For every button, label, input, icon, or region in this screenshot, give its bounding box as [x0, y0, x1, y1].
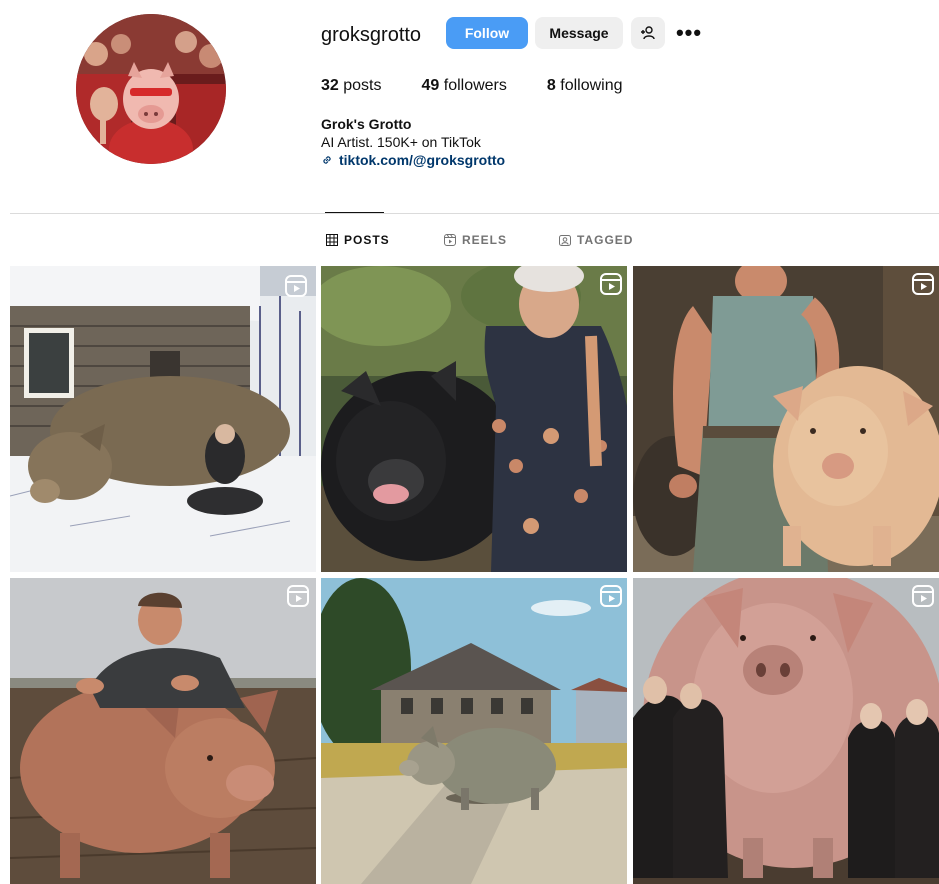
tab-reels[interactable]: REELS — [444, 233, 507, 247]
more-options-icon[interactable]: ••• — [676, 20, 702, 45]
profile-username: groksgrotto — [321, 24, 422, 46]
following-count: 8 — [546, 77, 556, 94]
bio-text: AI Artist. 150K+ on TikTok — [321, 134, 481, 150]
avatar-image — [76, 14, 226, 164]
post-image — [633, 266, 939, 572]
tab-tagged[interactable]: TAGGED — [559, 233, 633, 247]
posts-label: posts — [343, 77, 382, 94]
reels-icon — [444, 234, 456, 246]
profile-tabs: POSTS REELS TAGGED — [0, 233, 939, 249]
post-image — [321, 578, 627, 884]
post-tile-6[interactable] — [633, 578, 939, 884]
followers-stat[interactable]: 49 followers — [422, 77, 507, 95]
message-button[interactable]: Message — [535, 17, 623, 49]
post-image — [633, 578, 939, 884]
post-tile-5[interactable] — [321, 578, 627, 884]
followers-label: followers — [443, 77, 507, 94]
post-image — [10, 266, 316, 572]
grid-icon — [326, 234, 338, 246]
add-person-icon — [641, 26, 655, 40]
post-image — [321, 266, 627, 572]
bio-link[interactable]: tiktok.com/@groksgrotto — [321, 152, 505, 168]
section-divider — [10, 213, 939, 214]
tagged-icon — [559, 235, 571, 246]
post-image — [10, 578, 316, 884]
following-label: following — [560, 77, 623, 94]
active-tab-indicator — [325, 212, 384, 213]
post-tile-3[interactable] — [633, 266, 939, 572]
tab-posts[interactable]: POSTS — [326, 233, 390, 247]
suggest-user-button[interactable] — [631, 17, 665, 49]
post-tile-1[interactable] — [10, 266, 316, 572]
tab-reels-label: REELS — [462, 233, 508, 247]
bio-link-text: tiktok.com/@groksgrotto — [339, 152, 506, 168]
follow-button[interactable]: Follow — [446, 17, 528, 49]
post-tile-4[interactable] — [10, 578, 316, 884]
bio-name: Grok's Grotto — [321, 116, 412, 132]
followers-count: 49 — [421, 77, 440, 94]
post-tile-2[interactable] — [321, 266, 627, 572]
following-stat[interactable]: 8 following — [547, 77, 623, 95]
profile-avatar[interactable] — [76, 14, 226, 164]
tab-posts-label: POSTS — [344, 233, 390, 247]
profile-stats: 32 posts 49 followers 8 following — [321, 77, 663, 95]
tab-tagged-label: TAGGED — [577, 233, 634, 247]
posts-stat: 32 posts — [321, 77, 382, 95]
posts-count: 32 — [321, 77, 339, 94]
link-icon — [323, 156, 331, 164]
